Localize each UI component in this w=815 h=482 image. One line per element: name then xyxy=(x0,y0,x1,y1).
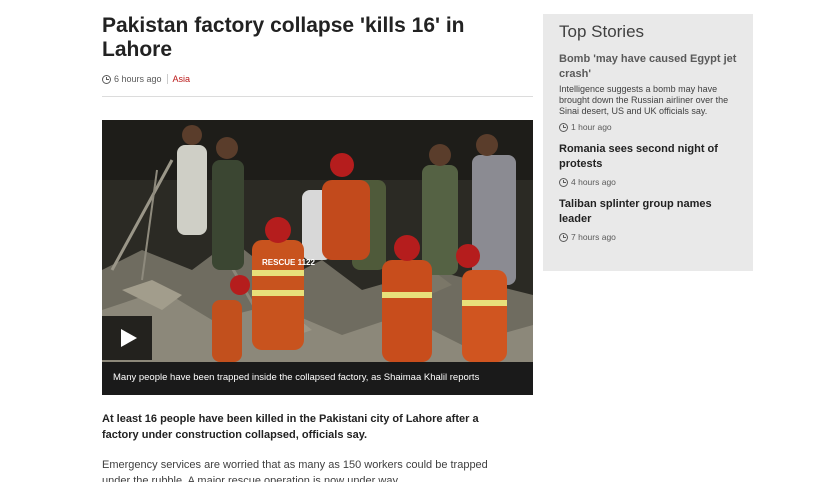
section-link-asia[interactable]: Asia xyxy=(173,74,191,84)
top-story-time: 4 hours ago xyxy=(559,177,737,187)
top-story-item[interactable]: Taliban splinter group names leader 7 ho… xyxy=(559,197,737,242)
clock-icon xyxy=(559,122,568,132)
top-story-title[interactable]: Taliban splinter group names leader xyxy=(559,197,737,227)
meta-divider xyxy=(166,74,168,84)
top-story-title[interactable]: Bomb 'may have caused Egypt jet crash' xyxy=(559,52,737,82)
top-stories-title: Top Stories xyxy=(559,22,645,41)
top-stories-panel: Top Stories Bomb 'may have caused Egypt … xyxy=(543,14,753,271)
article-timestamp: 6 hours ago xyxy=(114,74,162,84)
video-player[interactable]: RESCUE 1122 Many people have been trappe… xyxy=(102,120,533,395)
video-caption: Many people have been trapped inside the… xyxy=(102,362,533,395)
top-story-time-text: 4 hours ago xyxy=(571,177,616,187)
article-body: At least 16 people have been killed in t… xyxy=(102,411,492,482)
top-story-time-text: 1 hour ago xyxy=(571,122,612,132)
top-story-time-text: 7 hours ago xyxy=(571,232,616,242)
top-story-time: 7 hours ago xyxy=(559,232,737,242)
top-story-summary: Intelligence suggests a bomb may have br… xyxy=(559,84,729,116)
header-divider xyxy=(102,96,533,97)
top-story-time: 1 hour ago xyxy=(559,122,737,132)
play-button[interactable] xyxy=(102,316,152,360)
article-paragraph: Emergency services are worried that as m… xyxy=(102,459,488,482)
article-headline: Pakistan factory collapse 'kills 16' in … xyxy=(102,14,465,61)
article-header: Pakistan factory collapse 'kills 16' in … xyxy=(102,14,533,97)
article-meta: 6 hours ago Asia xyxy=(102,72,533,86)
top-story-item[interactable]: Bomb 'may have caused Egypt jet crash' I… xyxy=(559,52,737,132)
top-story-item[interactable]: Romania sees second night of protests 4 … xyxy=(559,142,737,187)
vest-text: RESCUE 1122 xyxy=(262,258,315,267)
article-lede: At least 16 people have been killed in t… xyxy=(102,413,479,441)
top-story-title[interactable]: Romania sees second night of protests xyxy=(559,142,737,172)
clock-icon xyxy=(559,177,568,187)
video-still: RESCUE 1122 xyxy=(102,120,533,362)
clock-icon xyxy=(102,74,111,84)
clock-icon xyxy=(559,232,568,242)
